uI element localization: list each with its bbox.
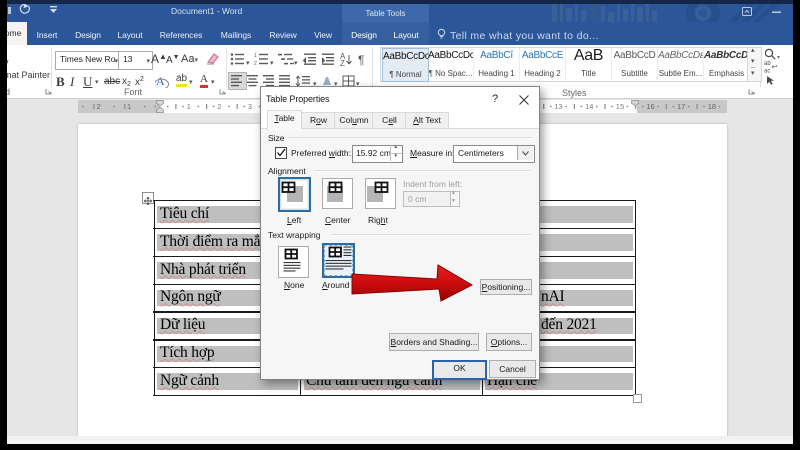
svg-text:¶: ¶: [358, 53, 364, 66]
svg-text:2: 2: [254, 61, 257, 66]
svg-text:1: 1: [254, 53, 257, 59]
svg-text:▾: ▾: [294, 60, 298, 66]
svg-text:▾: ▾: [270, 60, 274, 66]
svg-text:ac: ac: [764, 69, 770, 75]
svg-text:Z: Z: [340, 59, 345, 66]
svg-text:ab: ab: [764, 61, 771, 67]
svg-text:▾: ▾: [777, 55, 780, 61]
svg-text:A: A: [156, 74, 165, 88]
svg-text:▾: ▾: [246, 60, 250, 66]
svg-text:↩: ↩: [772, 64, 778, 71]
